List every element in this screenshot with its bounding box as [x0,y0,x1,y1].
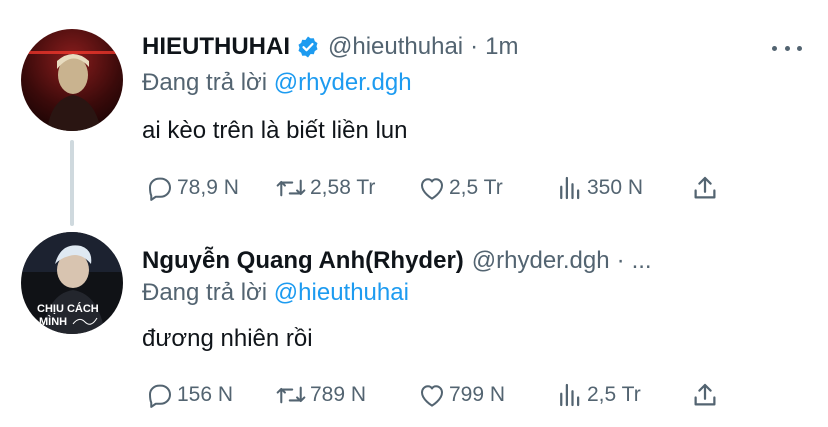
share-button[interactable] [690,378,720,412]
replying-to-label: Đang trả lời [142,279,268,306]
display-name[interactable]: Nguyễn Quang Anh(Rhyder) [142,247,464,275]
replying-to: Đang trả lời @rhyder.dgh [142,69,412,97]
like-count: 799 N [449,383,506,406]
reply-icon [149,384,171,408]
retweet-icon [276,386,306,404]
views-count: 2,5 Tr [587,383,641,406]
like-button[interactable]: 2,5 Tr [417,171,503,205]
share-icon [694,176,716,199]
replying-to-label: Đang trả lời [142,69,268,96]
tweet[interactable]: CHỊU CÁCH MÌNH Nguyễn Quang Anh(Rhyder) … [0,222,828,427]
handle[interactable]: @hieuthuhai [328,33,463,61]
retweet-button[interactable]: 2,58 Tr [274,171,375,205]
like-count: 2,5 Tr [449,176,503,199]
avatar[interactable]: CHỊU CÁCH MÌNH [21,232,123,334]
tweet-text: đương nhiên rồi [142,325,313,352]
verified-badge-icon [296,35,320,59]
analytics-icon [560,383,580,407]
like-button[interactable]: 799 N [417,378,505,412]
views-button[interactable]: 350 N [555,171,643,205]
display-name[interactable]: HIEUTHUHAI [142,33,290,61]
analytics-icon [560,176,580,200]
reply-button[interactable]: 156 N [145,378,233,412]
views-count: 350 N [587,176,644,199]
mention-link[interactable]: @hieuthuhai [274,279,409,306]
reply-icon [149,177,171,201]
tweet-text: ai kèo trên là biết liền lun [142,117,408,144]
heart-icon [421,385,443,407]
separator-dot: · [470,33,479,60]
reply-button[interactable]: 78,9 N [145,171,239,205]
avatar-caption-line-2: MÌNH [39,315,67,328]
retweet-count: 2,58 Tr [310,176,376,199]
avatar[interactable] [21,29,123,131]
tweet-actions: 156 N 789 N 799 N 2,5 Tr [142,378,782,412]
handle[interactable]: @rhyder.dgh [472,247,610,275]
truncated-timestamp[interactable]: ... [632,247,652,275]
retweet-icon [276,179,306,197]
reply-count: 78,9 N [177,176,239,199]
heart-icon [421,178,443,200]
share-button[interactable] [690,171,720,205]
separator-dot: · [616,247,625,274]
views-button[interactable]: 2,5 Tr [555,378,641,412]
timestamp[interactable]: 1m [485,33,518,61]
share-icon [694,383,716,406]
replying-to: Đang trả lời @hieuthuhai [142,279,409,307]
tweet[interactable]: HIEUTHUHAI @hieuthuhai · 1m Đang trả lời… [0,0,828,222]
tweet-header: HIEUTHUHAI @hieuthuhai · 1m [142,30,518,64]
tweet-actions: 78,9 N 2,58 Tr 2,5 Tr 350 N [142,171,782,205]
retweet-button[interactable]: 789 N [274,378,366,412]
tweet-header: Nguyễn Quang Anh(Rhyder) @rhyder.dgh · .… [142,244,652,278]
mention-link[interactable]: @rhyder.dgh [274,69,412,96]
more-options-icon[interactable] [772,42,802,54]
reply-count: 156 N [177,383,234,406]
avatar-caption-line-1: CHỊU CÁCH [37,302,99,315]
retweet-count: 789 N [310,383,367,406]
